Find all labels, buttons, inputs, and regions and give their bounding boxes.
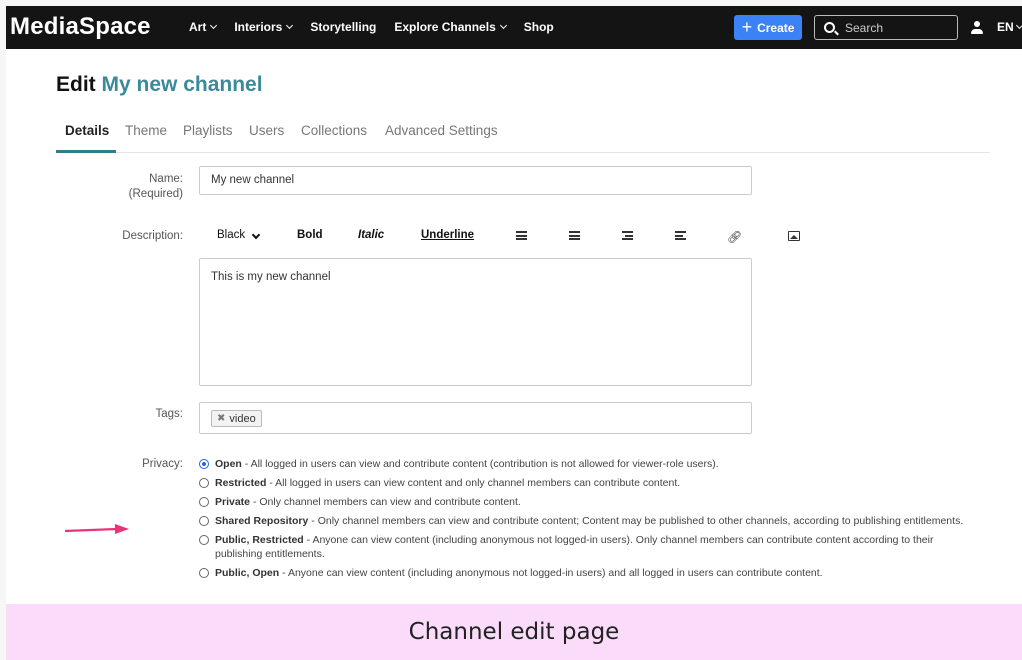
- plus-icon: +: [741, 16, 753, 37]
- privacy-label: Privacy:: [142, 458, 183, 470]
- tab-details[interactable]: Details: [56, 123, 116, 153]
- nav-label: Explore Channels: [394, 20, 496, 34]
- option-name: Restricted: [215, 477, 267, 489]
- title-prefix: Edit: [56, 73, 96, 96]
- tab-collections[interactable]: Collections: [301, 123, 367, 153]
- link-icon[interactable]: 🔗︎: [727, 230, 742, 244]
- chevron-down-icon: [286, 21, 294, 30]
- tag-chip[interactable]: ✖ video: [211, 410, 262, 427]
- radio-button[interactable]: [199, 535, 209, 545]
- tags-field[interactable]: [199, 402, 752, 434]
- create-label: Create: [757, 20, 795, 35]
- chevron-down-icon: [251, 230, 261, 240]
- nav-label: Shop: [523, 20, 554, 34]
- name-label-text: Name:: [149, 173, 183, 185]
- tag-label: video: [229, 412, 256, 425]
- tags-label: Tags:: [155, 408, 184, 420]
- option-description: - Anyone can view content (including ano…: [215, 534, 934, 560]
- option-name: Open: [215, 458, 242, 470]
- search-icon: [824, 22, 835, 33]
- tab-users[interactable]: Users: [249, 123, 284, 153]
- name-field[interactable]: My new channel: [199, 166, 752, 195]
- radio-button[interactable]: [199, 478, 209, 488]
- name-label: Name: (Required): [63, 172, 183, 202]
- bullet-list-icon[interactable]: [516, 231, 527, 240]
- privacy-option-private[interactable]: Private - Only channel members can view …: [199, 495, 999, 509]
- color-dropdown[interactable]: Black: [217, 229, 261, 241]
- privacy-option-restricted[interactable]: Restricted - All logged in users can vie…: [199, 476, 999, 490]
- tab-advanced-settings[interactable]: Advanced Settings: [385, 123, 498, 153]
- description-editor[interactable]: This is my new channel: [199, 258, 752, 386]
- chevron-down-icon: [1015, 21, 1022, 30]
- privacy-options: Open - All logged in users can view and …: [199, 457, 999, 585]
- search-input[interactable]: Search: [814, 15, 958, 40]
- search-placeholder: Search: [845, 20, 884, 35]
- outdent-icon[interactable]: [622, 231, 633, 240]
- main-nav: Art Interiors Storytelling Explore Chann…: [189, 20, 572, 34]
- create-button[interactable]: + Create: [734, 15, 802, 40]
- color-label: Black: [217, 229, 246, 241]
- page-title: Edit My new channel: [56, 73, 263, 97]
- option-name: Private: [215, 496, 251, 508]
- option-name: Shared Repository: [215, 515, 309, 527]
- option-name: Public, Restricted: [215, 534, 304, 546]
- nav-item-interiors[interactable]: Interiors: [234, 20, 294, 34]
- radio-button[interactable]: [199, 516, 209, 526]
- radio-button[interactable]: [199, 568, 209, 578]
- chevron-down-icon: [499, 21, 507, 30]
- underline-button[interactable]: Underline: [421, 229, 474, 241]
- bold-button[interactable]: Bold: [297, 229, 323, 241]
- browser-frame: MediaSpace Art Interiors Storytelling Ex…: [6, 6, 1022, 660]
- tab-theme[interactable]: Theme: [125, 123, 167, 153]
- required-hint: (Required): [128, 188, 183, 200]
- radio-button[interactable]: [199, 497, 209, 507]
- option-description: - Only channel members can view and cont…: [250, 496, 521, 508]
- nav-item-shop[interactable]: Shop: [524, 20, 554, 34]
- nav-label: Art: [189, 20, 207, 34]
- language-selector[interactable]: EN: [997, 20, 1022, 34]
- editor-toolbar: Black Bold Italic Underline 🔗︎: [217, 229, 817, 245]
- privacy-option-public-restricted[interactable]: Public, Restricted - Anyone can view con…: [199, 533, 979, 561]
- caption-banner: Channel edit page: [6, 604, 1022, 660]
- nav-item-art[interactable]: Art: [189, 20, 218, 34]
- option-description: - All logged in users can view and contr…: [241, 458, 719, 470]
- indent-icon[interactable]: [675, 231, 686, 240]
- logo[interactable]: MediaSpace: [10, 13, 151, 41]
- language-label: EN: [997, 20, 1014, 34]
- privacy-option-shared-repository[interactable]: Shared Repository - Only channel members…: [199, 514, 999, 528]
- privacy-option-public-open[interactable]: Public, Open - Anyone can view content (…: [199, 566, 999, 580]
- tab-playlists[interactable]: Playlists: [183, 123, 233, 153]
- remove-tag-icon[interactable]: ✖: [217, 413, 225, 424]
- nav-item-storytelling[interactable]: Storytelling: [310, 20, 376, 34]
- user-icon[interactable]: [971, 21, 983, 35]
- channel-name-title: My new channel: [101, 73, 263, 96]
- radio-button[interactable]: [199, 459, 209, 469]
- chevron-down-icon: [210, 21, 218, 30]
- nav-label: Storytelling: [310, 20, 377, 34]
- option-description: - Anyone can view content (including ano…: [279, 567, 823, 579]
- option-description: - All logged in users can view content a…: [266, 477, 681, 489]
- image-icon[interactable]: [788, 231, 800, 241]
- option-name: Public, Open: [215, 567, 280, 579]
- top-navigation-bar: MediaSpace Art Interiors Storytelling Ex…: [6, 6, 1022, 49]
- pointer-arrow-icon: [65, 524, 129, 534]
- option-description: - Only channel members can view and cont…: [308, 515, 964, 527]
- nav-item-explore-channels[interactable]: Explore Channels: [394, 20, 507, 34]
- privacy-option-open[interactable]: Open - All logged in users can view and …: [199, 457, 999, 471]
- numbered-list-icon[interactable]: [569, 231, 580, 240]
- tab-bar: Details Theme Playlists Users Collection…: [56, 123, 990, 153]
- description-label: Description:: [122, 230, 183, 242]
- nav-label: Interiors: [234, 20, 283, 34]
- italic-button[interactable]: Italic: [358, 229, 384, 241]
